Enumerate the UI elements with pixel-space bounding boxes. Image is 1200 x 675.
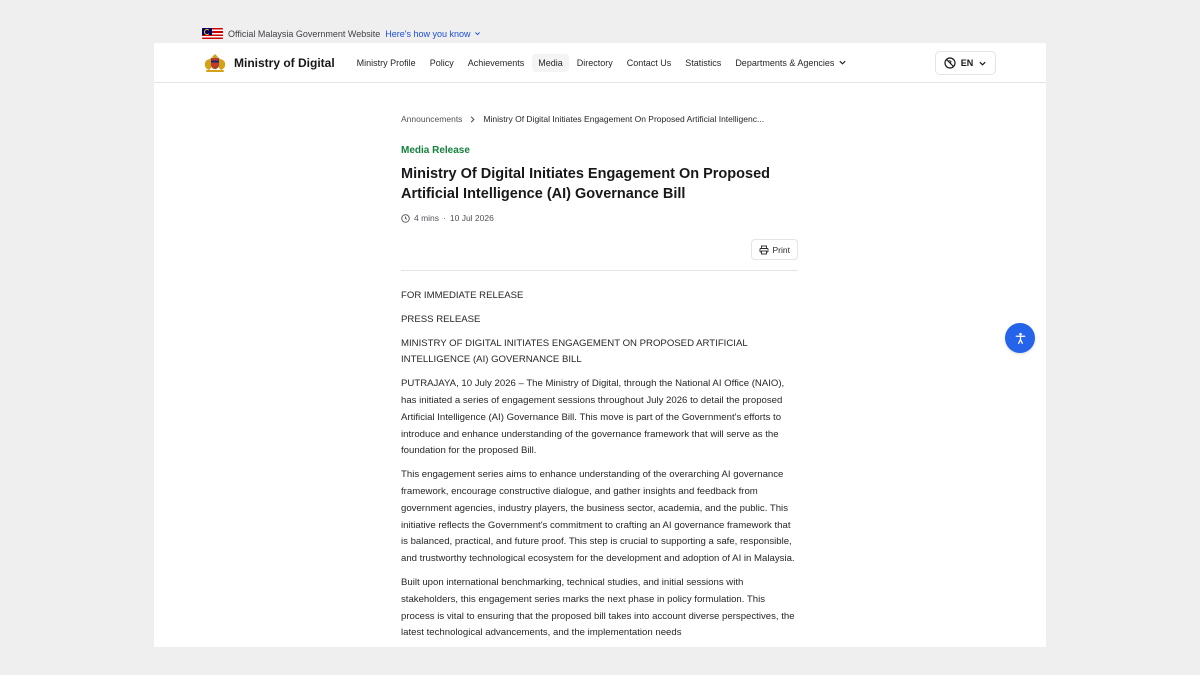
paragraph-press-release: PRESS RELEASE	[401, 313, 481, 325]
paragraph-2: This engagement series aims to enhance u…	[401, 469, 795, 565]
print-label: Print	[772, 244, 790, 255]
nav-ministry-profile[interactable]: Ministry Profile	[351, 54, 422, 72]
paragraph-headline: MINISTRY OF DIGITAL INITIATES ENGAGEMENT…	[401, 337, 748, 366]
how-you-know-label: Here's how you know	[385, 28, 471, 39]
print-row: Print	[401, 239, 798, 260]
nav-media[interactable]: Media	[532, 53, 569, 72]
breadcrumb: Announcements Ministry Of Digital Initia…	[401, 114, 798, 124]
publish-date: 10 Jul 2026	[449, 213, 494, 223]
nav-achievements[interactable]: Achievements	[462, 54, 531, 72]
read-time: 4 mins	[414, 213, 440, 223]
nav-departments-label: Departments & Agencies	[735, 57, 835, 68]
article-meta: 4 mins · 10 Jul 2026	[401, 213, 798, 223]
article-category: Media Release	[401, 145, 470, 156]
how-you-know-link[interactable]: Here's how you know	[385, 29, 480, 39]
chevron-down-icon	[474, 32, 480, 36]
print-button[interactable]: Print	[750, 239, 798, 260]
globe-icon	[944, 57, 956, 69]
malaysia-flag-icon	[202, 28, 223, 39]
paragraph-3: Built upon international benchmarking, t…	[401, 576, 795, 639]
gov-banner: Official Malaysia Government Website Her…	[154, 24, 1046, 43]
accessibility-button[interactable]	[1005, 323, 1035, 353]
site-header: Ministry of Digital Ministry Profile Pol…	[154, 43, 1046, 83]
article-body: FOR IMMEDIATE RELEASE PRESS RELEASE MINI…	[401, 288, 798, 642]
coat-of-arms-icon	[204, 53, 226, 72]
breadcrumb-current: Ministry Of Digital Initiates Engagement…	[483, 114, 765, 124]
accessibility-icon	[1015, 332, 1025, 344]
chevron-down-icon	[979, 61, 986, 66]
chevron-down-icon	[839, 60, 846, 65]
content-divider	[401, 270, 798, 271]
article-title: Ministry Of Digital Initiates Engagement…	[401, 166, 770, 202]
main-nav: Ministry Profile Policy Achievements Med…	[351, 53, 854, 72]
paragraph-immediate-release: FOR IMMEDIATE RELEASE	[401, 290, 524, 301]
language-selector[interactable]: EN	[935, 51, 996, 75]
nav-policy[interactable]: Policy	[424, 54, 460, 72]
article: Announcements Ministry Of Digital Initia…	[401, 114, 798, 647]
breadcrumb-announcements[interactable]: Announcements	[401, 114, 462, 124]
printer-icon	[759, 245, 768, 254]
nav-contact-us[interactable]: Contact Us	[621, 54, 678, 72]
nav-directory[interactable]: Directory	[571, 54, 619, 72]
language-label: EN	[960, 58, 974, 68]
meta-separator: ·	[443, 213, 446, 223]
nav-departments-agencies[interactable]: Departments & Agencies	[729, 54, 853, 72]
nav-statistics[interactable]: Statistics	[679, 54, 727, 72]
official-site-text: Official Malaysia Government Website	[228, 28, 381, 39]
site-logo-link[interactable]: Ministry of Digital	[202, 53, 335, 73]
clock-icon	[401, 213, 410, 223]
browser-page: Official Malaysia Government Website Her…	[154, 24, 1046, 647]
chevron-right-icon	[471, 115, 476, 123]
site-name: Ministry of Digital	[234, 55, 335, 70]
paragraph-1: PUTRAJAYA, 10 July 2026 – The Ministry o…	[401, 378, 785, 457]
